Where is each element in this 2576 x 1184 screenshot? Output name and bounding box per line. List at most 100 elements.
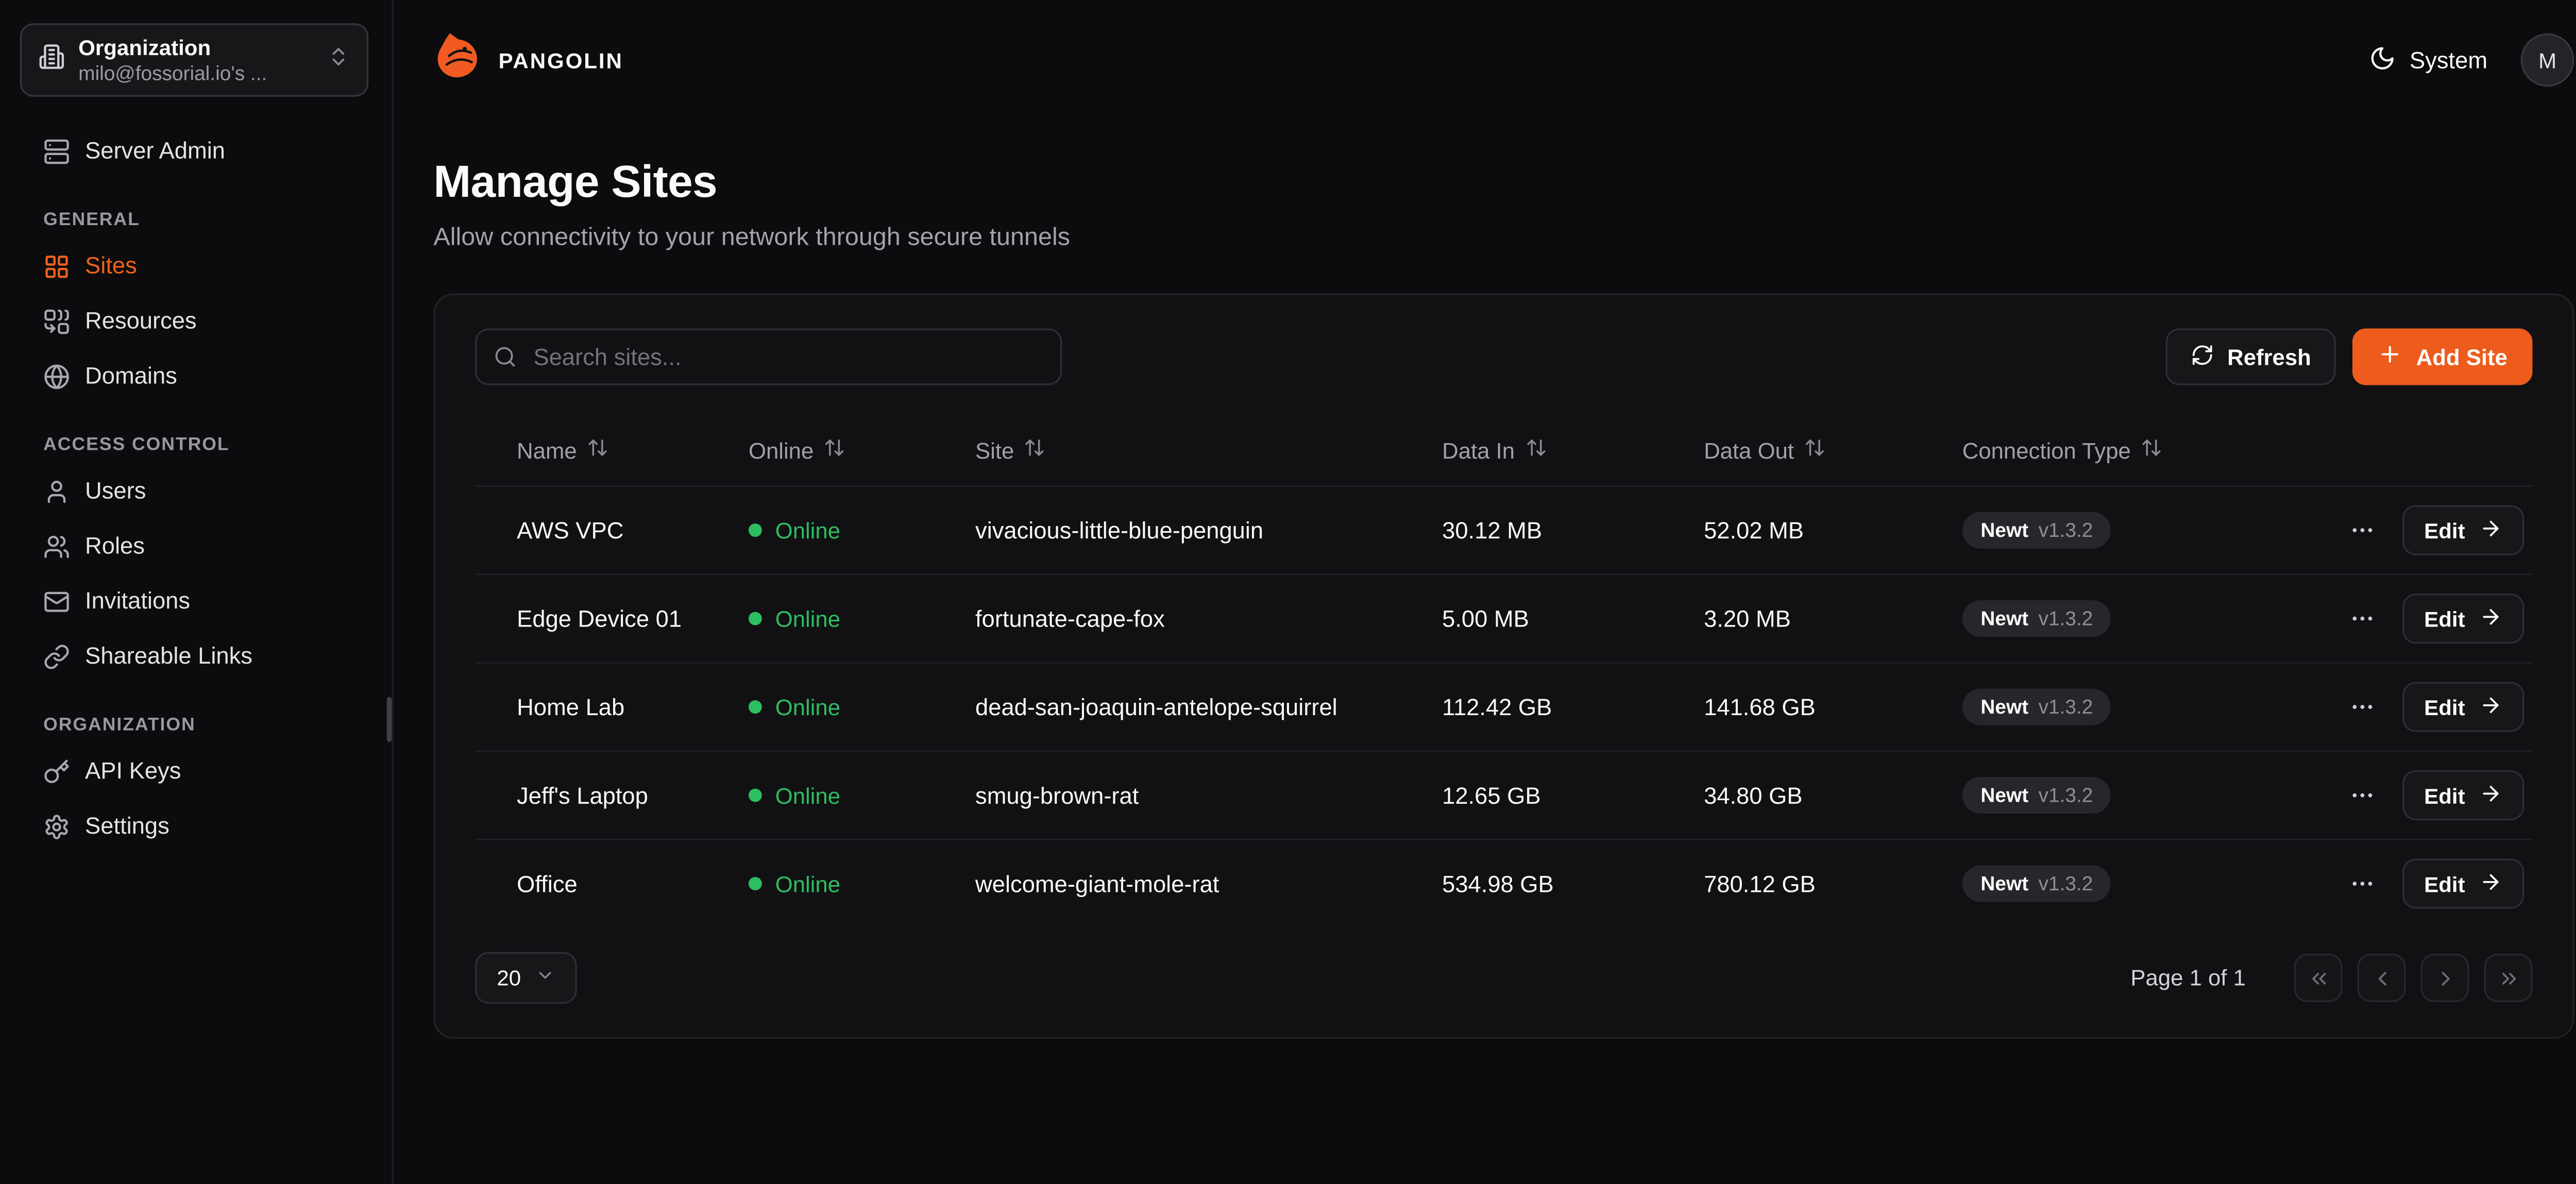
site-slug: vivacious-little-blue-penguin <box>975 517 1442 544</box>
pangolin-logo-icon <box>433 31 483 89</box>
sort-icon <box>1804 437 1825 464</box>
previous-page-button[interactable] <box>2358 954 2406 1002</box>
add-site-label: Add Site <box>2416 344 2507 369</box>
main-area: PANGOLIN System M Manage Sites Allow con… <box>394 0 2576 1184</box>
data-out: 141.68 GB <box>1704 694 1962 720</box>
arrow-right-icon <box>2479 870 2502 898</box>
sort-icon <box>1524 437 1546 464</box>
pagination: Page 1 of 1 <box>2130 954 2532 1002</box>
sites-table: Name Online Site Data In <box>475 415 2532 927</box>
row-actions: Edit <box>2346 505 2537 555</box>
sidebar-item-invitations[interactable]: Invitations <box>16 573 375 629</box>
sidebar-item-sites[interactable]: Sites <box>16 239 375 294</box>
site-name: Edge Device 01 <box>475 605 749 632</box>
sidebar-scrollbar-thumb[interactable] <box>387 697 392 742</box>
connection-type-cell: Newtv1.3.2 <box>1962 777 2346 814</box>
brand-logo[interactable]: PANGOLIN <box>433 31 623 89</box>
row-menu-button[interactable] <box>2346 602 2379 635</box>
status-dot <box>749 523 762 537</box>
column-label: Connection Type <box>1962 437 2131 463</box>
status-dot <box>749 789 762 802</box>
add-site-button[interactable]: Add Site <box>2353 328 2533 385</box>
sites-grid-icon <box>43 252 70 279</box>
connection-type: Newt <box>1980 607 2028 630</box>
edit-button[interactable]: Edit <box>2402 770 2523 820</box>
sidebar-item-api-keys[interactable]: API Keys <box>16 743 375 799</box>
column-header-online[interactable]: Online <box>749 437 975 464</box>
sidebar-item-shareable-links[interactable]: Shareable Links <box>16 629 375 684</box>
connection-version: v1.3.2 <box>2039 607 2093 630</box>
table-row: Edge Device 01 Online fortunate-cape-fox… <box>475 573 2532 662</box>
sidebar: Organization milo@fossorial.io's ... Ser… <box>0 0 394 1184</box>
arrow-right-icon <box>2479 604 2502 633</box>
arrow-right-icon <box>2479 693 2502 721</box>
org-selector-text: Organization milo@fossorial.io's ... <box>78 34 313 86</box>
connection-version: v1.3.2 <box>2039 518 2093 542</box>
connection-type-cell: Newtv1.3.2 <box>1962 512 2346 548</box>
arrow-right-icon <box>2479 781 2502 809</box>
connection-version: v1.3.2 <box>2039 872 2093 895</box>
column-label: Online <box>749 437 814 463</box>
row-actions: Edit <box>2346 770 2537 820</box>
search-wrapper <box>475 328 1062 385</box>
sites-card: Refresh Add Site Name <box>433 294 2574 1039</box>
sidebar-item-roles[interactable]: Roles <box>16 518 375 573</box>
site-name: Jeff's Laptop <box>475 782 749 809</box>
connection-type-badge: Newt v1.3.2 <box>1962 600 2111 637</box>
column-header-connection-type[interactable]: Connection Type <box>1962 437 2346 464</box>
combine-icon <box>43 308 70 334</box>
server-icon <box>43 138 70 164</box>
last-page-button[interactable] <box>2484 954 2533 1002</box>
sidebar-item-users[interactable]: Users <box>16 464 375 519</box>
avatar[interactable]: M <box>2521 33 2574 87</box>
row-menu-button[interactable] <box>2346 690 2379 724</box>
sidebar-item-domains[interactable]: Domains <box>16 348 375 403</box>
connection-version: v1.3.2 <box>2039 784 2093 807</box>
edit-button[interactable]: Edit <box>2402 505 2523 555</box>
sidebar-item-settings[interactable]: Settings <box>16 799 375 854</box>
connection-type-badge: Newtv1.3.2 <box>1962 512 2111 548</box>
online-status: Online <box>749 783 975 808</box>
refresh-button[interactable]: Refresh <box>2165 328 2336 385</box>
sidebar-item-label: Users <box>85 475 146 506</box>
site-slug: welcome-giant-mole-rat <box>975 870 1442 897</box>
connection-type-cell: Newt v1.3.2 <box>1962 600 2346 637</box>
sidebar-item-server-admin[interactable]: Server Admin <box>16 123 375 178</box>
building-icon <box>38 43 65 78</box>
connection-type: Newt <box>1980 695 2028 718</box>
column-header-data-in[interactable]: Data In <box>1442 437 1704 464</box>
column-header-data-out[interactable]: Data Out <box>1704 437 1962 464</box>
key-icon <box>43 758 70 785</box>
online-status: Online <box>749 871 975 897</box>
theme-toggle[interactable]: System <box>2369 44 2487 76</box>
gear-icon <box>43 813 70 840</box>
next-page-button[interactable] <box>2421 954 2469 1002</box>
topbar-right: System M <box>2369 33 2574 87</box>
sidebar-item-resources[interactable]: Resources <box>16 294 375 349</box>
theme-label: System <box>2410 47 2487 74</box>
edit-button[interactable]: Edit <box>2402 859 2523 909</box>
site-slug: dead-san-joaquin-antelope-squirrel <box>975 694 1442 720</box>
table-row: AWS VPC Online vivacious-little-blue-pen… <box>475 485 2532 574</box>
data-out: 52.02 MB <box>1704 517 1962 544</box>
refresh-icon <box>2191 343 2214 371</box>
sidebar-section-general: GENERAL <box>16 210 375 239</box>
globe-icon <box>43 363 70 390</box>
sort-icon <box>587 437 608 464</box>
org-selector[interactable]: Organization milo@fossorial.io's ... <box>20 23 368 96</box>
search-input[interactable] <box>475 328 1062 385</box>
first-page-button[interactable] <box>2294 954 2343 1002</box>
row-menu-button[interactable] <box>2346 514 2379 547</box>
edit-button[interactable]: Edit <box>2402 594 2523 644</box>
sidebar-item-label: Domains <box>85 360 177 392</box>
row-menu-button[interactable] <box>2346 779 2379 812</box>
page-subtitle: Allow connectivity to your network throu… <box>433 224 2574 252</box>
connection-type-badge: Newtv1.3.2 <box>1962 688 2111 725</box>
column-label: Name <box>517 437 577 463</box>
page-size-select[interactable]: 20 <box>475 952 578 1004</box>
edit-button[interactable]: Edit <box>2402 682 2523 732</box>
column-header-name[interactable]: Name <box>475 437 749 464</box>
column-header-site[interactable]: Site <box>975 437 1442 464</box>
row-menu-button[interactable] <box>2346 867 2379 901</box>
user-icon <box>43 478 70 504</box>
